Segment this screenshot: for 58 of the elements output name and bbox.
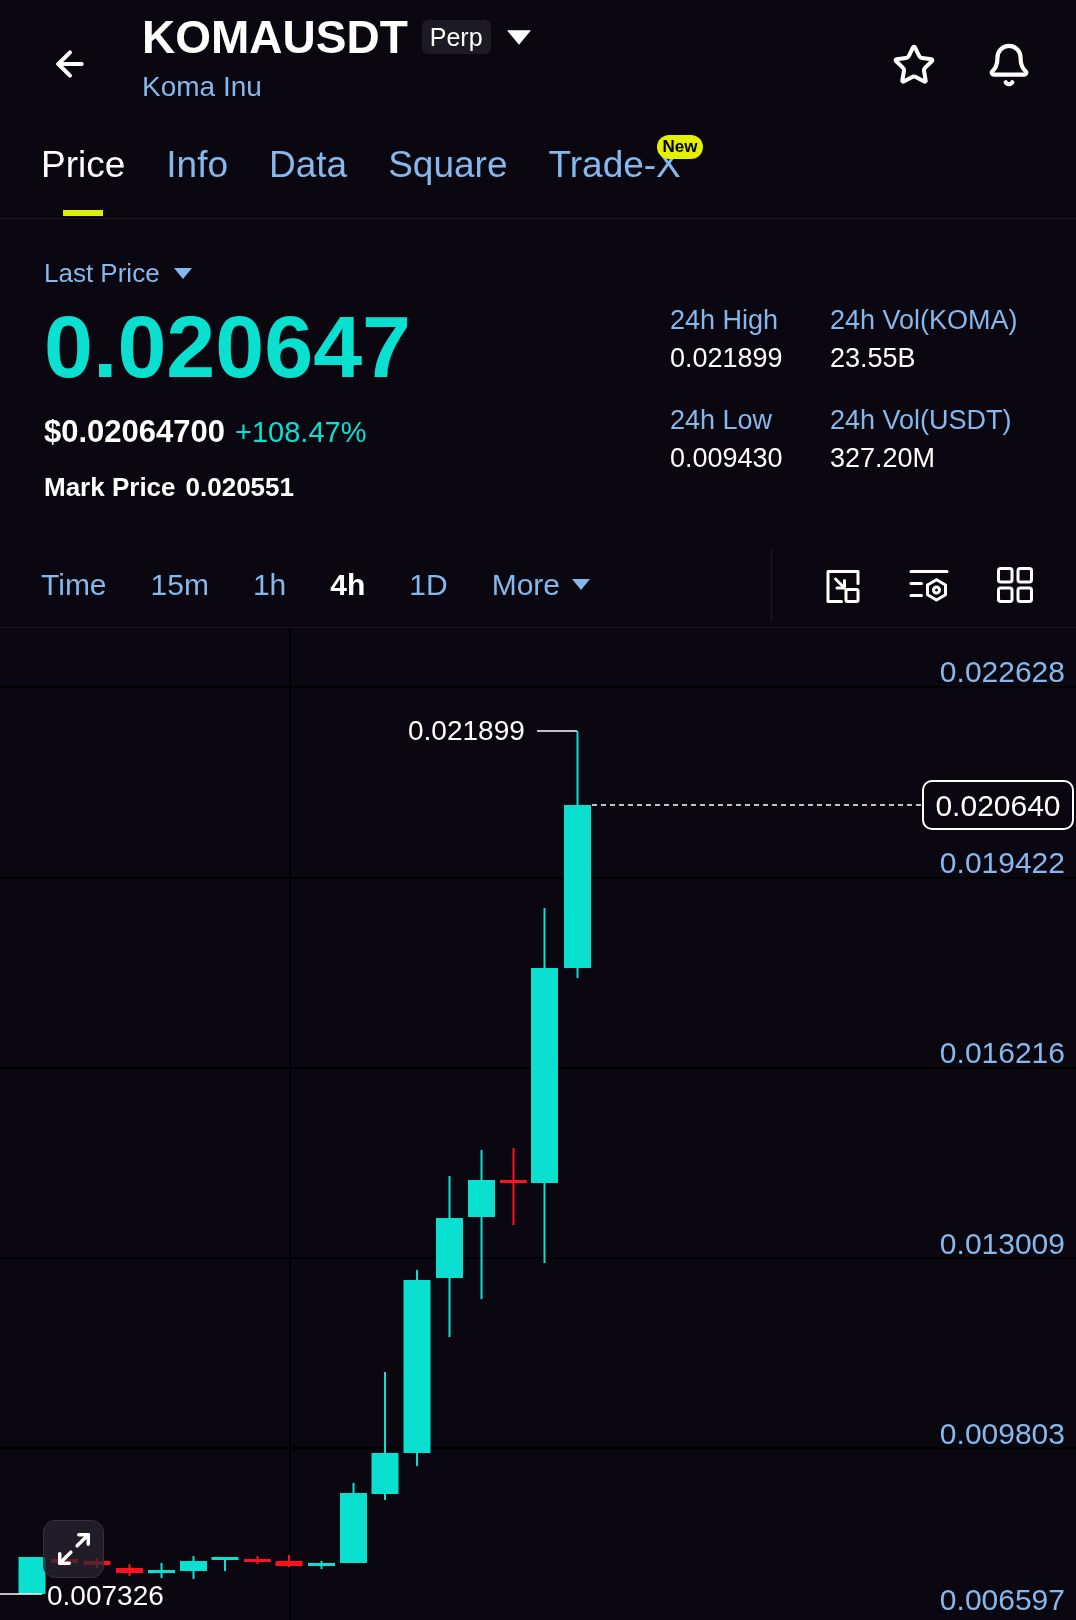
layout-grid-button[interactable]	[997, 566, 1033, 603]
interval-option[interactable]: 1h	[252, 566, 287, 603]
rising-candle	[308, 1561, 335, 1569]
active-tab-indicator	[63, 210, 104, 216]
favorite-button[interactable]	[892, 43, 936, 87]
grid-icon	[997, 566, 1033, 603]
stat-label: 24h High	[670, 304, 780, 337]
price-change: +108.47%	[235, 415, 367, 450]
expand-chart-button[interactable]	[43, 1520, 104, 1578]
usd-price: $0.02064700	[44, 413, 226, 451]
rising-candle	[180, 1556, 207, 1579]
high-price-leader	[536, 730, 578, 732]
stat-value: 327.20M	[830, 442, 937, 475]
interval-option[interactable]: 15m	[150, 566, 209, 603]
tab[interactable]: Info	[166, 143, 229, 187]
rising-candle	[18, 1557, 46, 1594]
mark-price-label: Mark Price	[44, 471, 176, 503]
asset-name: Koma Inu	[142, 70, 263, 104]
y-axis-label: 0.022628	[939, 654, 1065, 690]
y-axis-label: 0.006597	[939, 1582, 1065, 1618]
y-axis-label: 0.013009	[939, 1225, 1065, 1262]
stat-label: 24h Vol(KOMA)	[830, 304, 1019, 337]
tab[interactable]: Square	[388, 143, 508, 187]
symbol-title: KOMAUSDT	[142, 10, 408, 64]
contract-type-badge: Perp	[421, 20, 491, 54]
stat-value: 0.021899	[670, 342, 784, 375]
interval-option[interactable]: 4h	[330, 566, 366, 603]
more-intervals-dropdown[interactable]: More	[491, 566, 591, 603]
interval-option[interactable]: Time	[41, 566, 107, 603]
symbol-dropdown-button[interactable]	[506, 29, 531, 45]
high-price-marker: 0.021899	[408, 715, 525, 747]
caret-down-icon	[506, 29, 531, 45]
star-icon	[892, 43, 936, 87]
low-price-marker: 0.007326	[47, 1580, 164, 1612]
rising-candle	[148, 1563, 175, 1578]
y-axis-label: 0.019422	[939, 844, 1065, 881]
falling-candle	[275, 1555, 303, 1567]
y-axis-label: 0.009803	[939, 1416, 1065, 1453]
low-price-leader	[0, 1593, 43, 1595]
tab[interactable]: Price	[41, 143, 126, 187]
dropdown-label: More	[491, 566, 561, 603]
interval-option[interactable]: 1D	[409, 566, 448, 603]
last-price: 0.020647	[44, 303, 412, 391]
caret-down-icon	[572, 579, 591, 590]
tab[interactable]: Data	[269, 143, 348, 187]
falling-candle	[244, 1556, 271, 1564]
current-price-label: 0.020640	[922, 780, 1074, 830]
stat-label: 24h Vol(USDT)	[830, 404, 1013, 437]
stat-value: 0.009430	[670, 442, 784, 475]
selector-label: Last Price	[44, 257, 160, 289]
stat-value: 23.55B	[830, 342, 917, 375]
rising-candle	[211, 1557, 239, 1571]
y-axis-label: 0.016216	[939, 1035, 1065, 1072]
price-type-selector[interactable]: Last Price	[44, 257, 192, 289]
stat-label: 24h Low	[670, 404, 774, 437]
mark-price-value: 0.020551	[185, 471, 294, 503]
falling-candle	[116, 1564, 143, 1576]
caret-down-icon	[173, 267, 192, 279]
